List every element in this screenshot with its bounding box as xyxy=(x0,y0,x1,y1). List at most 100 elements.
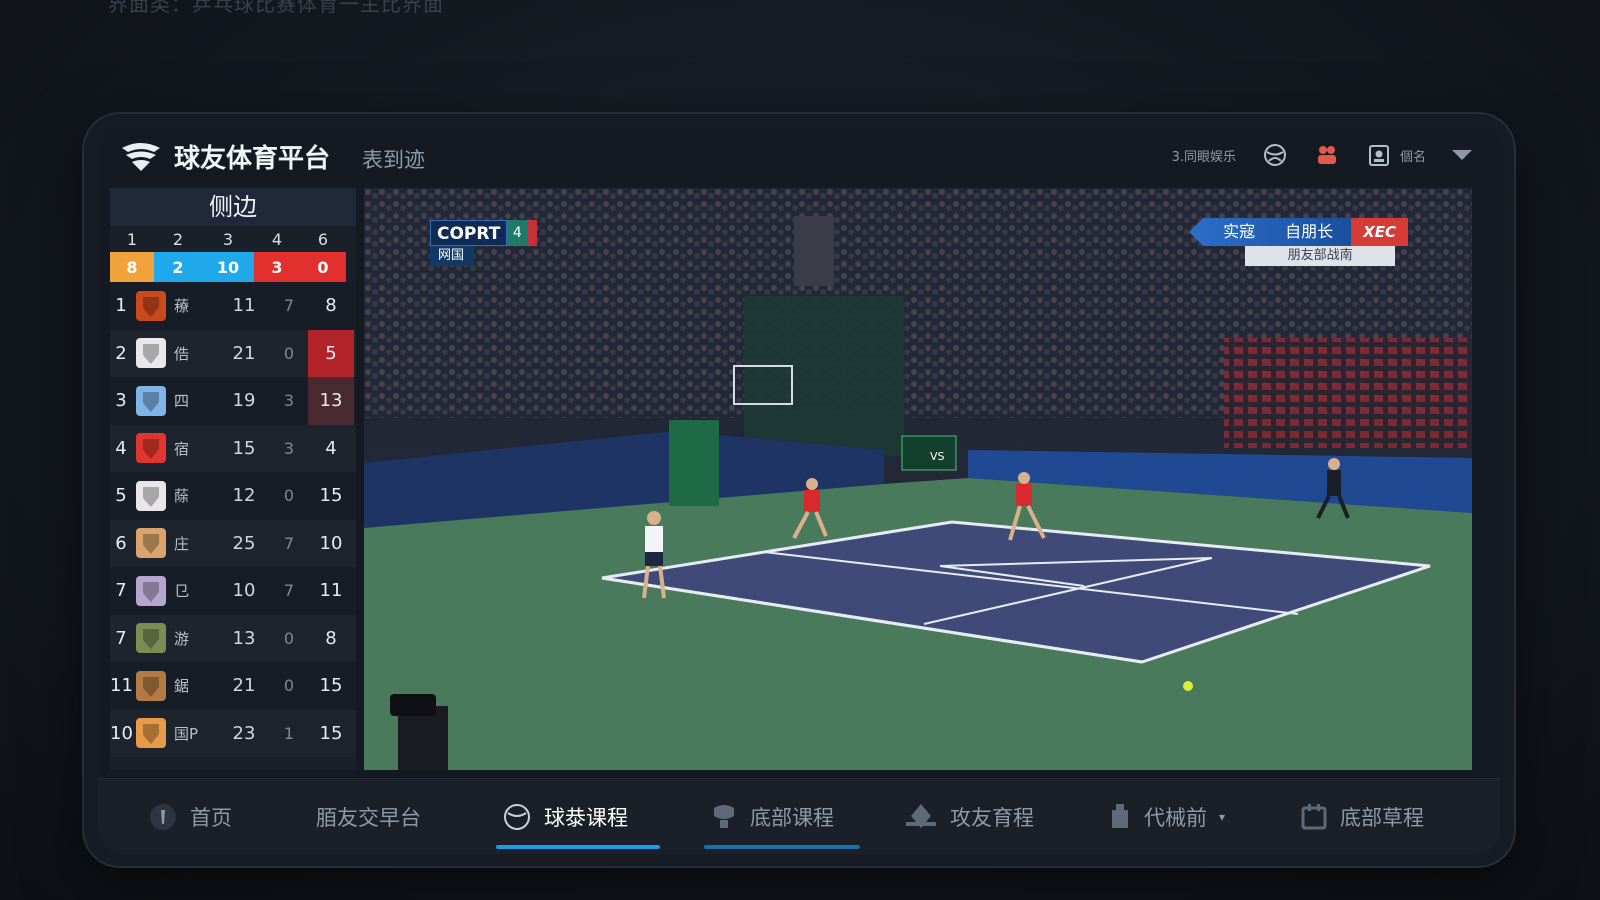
table-row[interactable]: 5 蒢 12 0 15 xyxy=(110,472,356,520)
match-video[interactable]: VS COPRT 4 网国 实寇 自朋长 XEC 朋友部战南 xyxy=(364,188,1472,770)
row-points: 12 xyxy=(232,485,256,507)
nav-item-club[interactable]: 攻友育程 xyxy=(904,779,1034,854)
row-points: 21 xyxy=(232,675,256,697)
row-score: 10 xyxy=(319,532,343,554)
row-rank: 10 xyxy=(110,722,133,744)
row-team-name: 蒢 xyxy=(174,487,190,506)
row-points: 15 xyxy=(232,437,256,459)
nav-label-social: 脜友交早台 xyxy=(316,806,421,830)
match-scoreboard: 实寇 自朋长 XEC 朋友部战南 xyxy=(1189,218,1408,266)
table-row[interactable]: 1 䕩 11 7 8 xyxy=(110,282,356,330)
row-team-name: 䕩 xyxy=(174,297,190,316)
team-crest-icon xyxy=(136,338,166,369)
row-score: 15 xyxy=(319,675,343,697)
bottom-nav: 首页 脜友交早台 球㳟课程 底部课程 攻友育程 代械前 ▾ 底部草程 xyxy=(98,778,1500,854)
row-rank: 2 xyxy=(115,342,127,364)
nav-item-ball-course[interactable]: 球㳟课程 xyxy=(502,779,628,854)
row-rank: 5 xyxy=(115,485,127,507)
row-team-name: 游 xyxy=(174,629,190,648)
calendar-icon xyxy=(1301,804,1327,830)
team-crest-icon xyxy=(136,290,166,321)
team-crest-icon xyxy=(136,385,166,416)
club-icon xyxy=(906,804,936,828)
table-row[interactable]: 7 游 13 0 8 xyxy=(110,614,356,662)
table-row[interactable]: 10 国P 23 1 15 xyxy=(110,709,356,757)
score-cell: 2 xyxy=(154,252,202,282)
header-subtitle[interactable]: 表到迹 xyxy=(362,144,425,174)
device-frame: 球友体育平台 表到迹 3.同眼娱乐 個名 侧边 1 2 3 4 6 8 2 10… xyxy=(84,114,1514,866)
header-status: 3.同眼娱乐 xyxy=(1171,149,1236,165)
row-diff: 0 xyxy=(283,486,295,506)
chevron-down-icon[interactable] xyxy=(1452,150,1472,160)
row-diff: 3 xyxy=(283,391,295,411)
nav-item-schedule[interactable]: 底部草程 xyxy=(1300,779,1424,854)
column-header: 4 xyxy=(271,229,283,249)
team-icon[interactable] xyxy=(1314,142,1340,168)
standings-sidebar: 侧边 12346 8 2 10 3 0 1 䕩 11 7 8 2 俈 21 0 5 3 四 19 3 13 4 宿 15 3… xyxy=(110,188,356,770)
score-cell: 10 xyxy=(202,252,254,282)
row-diff: 3 xyxy=(283,438,295,458)
column-header: 1 xyxy=(126,229,138,249)
court-scoreboard: COPRT 4 网国 xyxy=(430,220,538,266)
serve-indicator xyxy=(527,220,538,246)
table-row[interactable]: 11 鋸 21 0 15 xyxy=(110,662,356,710)
nav-item-shop[interactable]: 代械前 ▾ xyxy=(1108,779,1225,854)
nav-item-home[interactable]: 首页 xyxy=(148,779,232,854)
row-points: 23 xyxy=(232,722,256,744)
nav-item-course[interactable]: 底部课程 xyxy=(710,779,834,854)
nav-secondary-indicator xyxy=(704,845,860,849)
row-team-name: 庄 xyxy=(174,534,190,553)
row-rank: 11 xyxy=(110,675,133,697)
table-row[interactable]: 4 宿 15 3 4 xyxy=(110,424,356,472)
row-diff: 1 xyxy=(283,723,295,743)
table-row[interactable]: 3 四 19 3 13 xyxy=(110,377,356,425)
row-score: 8 xyxy=(325,295,337,317)
score-cell: 0 xyxy=(300,252,346,282)
court-scene: VS xyxy=(364,188,1472,770)
nav-item-social[interactable]: 脜友交早台 xyxy=(316,779,421,854)
team-crest-icon xyxy=(136,718,166,749)
team-crest-icon xyxy=(136,670,166,701)
match-team-right: 自朋长 xyxy=(1285,222,1334,241)
row-diff: 7 xyxy=(283,296,295,316)
nav-label-ball-course: 球㳟课程 xyxy=(544,806,628,830)
row-team-name: 鋸 xyxy=(174,677,190,696)
brand-title: 球友体育平台 xyxy=(174,144,331,174)
nav-active-indicator xyxy=(496,845,660,849)
column-headers: 1 2 3 4 6 xyxy=(110,226,356,252)
court-number: 4 xyxy=(507,220,528,246)
profile-icon[interactable] xyxy=(1366,142,1392,168)
team-crest-icon xyxy=(136,575,166,606)
team-crest-icon xyxy=(136,528,166,559)
standings-list: 1 䕩 11 7 8 2 俈 21 0 5 3 四 19 3 13 4 宿 15 3 4 5 蒢 12 0 15 6 庄 25 7 10 7… xyxy=(110,282,356,757)
nav-label-shop: 代械前 xyxy=(1144,806,1207,830)
row-score: 11 xyxy=(319,580,343,602)
row-rank: 7 xyxy=(115,627,127,649)
user-name[interactable]: 個名 xyxy=(1400,146,1426,165)
row-points: 10 xyxy=(232,580,256,602)
score-cell: 3 xyxy=(254,252,300,282)
match-badge: XEC xyxy=(1351,218,1408,246)
row-points: 11 xyxy=(232,295,256,317)
ball-icon[interactable] xyxy=(1262,142,1288,168)
chevron-down-icon[interactable]: ▾ xyxy=(1219,810,1225,824)
shop-icon xyxy=(1112,804,1128,828)
row-team-name: 国P xyxy=(174,724,199,743)
table-row[interactable]: 6 庄 25 7 10 xyxy=(110,519,356,567)
nav-label-schedule: 底部草程 xyxy=(1340,806,1424,830)
column-header: 6 xyxy=(317,229,329,249)
row-rank: 6 xyxy=(115,532,127,554)
app-screen: 球友体育平台 表到迹 3.同眼娱乐 個名 侧边 1 2 3 4 6 8 2 10… xyxy=(98,126,1500,854)
course-icon xyxy=(714,805,734,828)
row-score: 8 xyxy=(325,627,337,649)
row-score: 4 xyxy=(325,437,337,459)
row-points: 25 xyxy=(232,532,256,554)
table-row[interactable]: 7 㔾 10 7 11 xyxy=(110,567,356,615)
row-points: 13 xyxy=(232,627,256,649)
court-label: COPRT xyxy=(430,220,508,246)
row-rank: 7 xyxy=(115,580,127,602)
table-row[interactable]: 2 俈 21 0 5 xyxy=(110,329,356,377)
team-crest-icon xyxy=(136,433,166,464)
score-cell: 8 xyxy=(110,252,154,282)
row-points: 19 xyxy=(232,390,256,412)
